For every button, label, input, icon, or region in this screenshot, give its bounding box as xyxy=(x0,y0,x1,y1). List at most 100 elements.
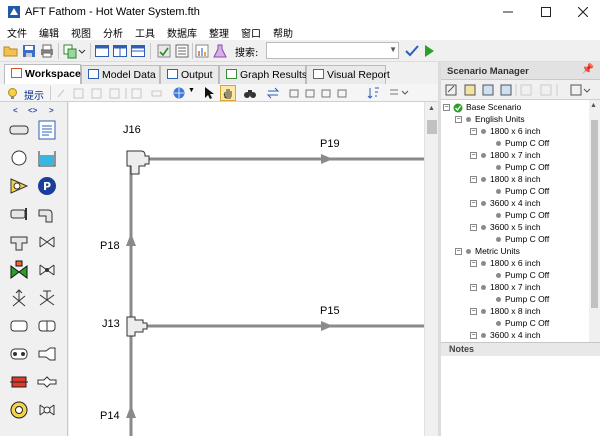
scenario-tree-item[interactable]: Pump C Off xyxy=(441,138,589,150)
pressure-junction-icon[interactable]: P xyxy=(37,176,57,196)
collapse-toggle-icon[interactable]: − xyxy=(470,260,477,267)
tab-workspace[interactable]: Workspace xyxy=(4,64,81,85)
layout-split-icon[interactable] xyxy=(112,43,128,59)
scenario-tree-item[interactable]: Pump C Off xyxy=(441,162,589,174)
collapse-toggle-icon[interactable]: − xyxy=(470,200,477,207)
scenario-tree-item[interactable]: − 3600 x 4 inch xyxy=(441,198,589,210)
collapse-toggle-icon[interactable]: − xyxy=(470,152,477,159)
run-icon[interactable] xyxy=(421,43,437,59)
collapse-toggle-icon[interactable]: − xyxy=(470,128,477,135)
menu-item[interactable]: 窗口 xyxy=(235,24,267,40)
more-tools-icon[interactable] xyxy=(388,86,410,100)
checklist-icon[interactable] xyxy=(174,43,190,59)
palette-prev-button[interactable]: < xyxy=(13,106,18,115)
canvas-vertical-scrollbar[interactable]: ▲ xyxy=(424,102,438,436)
model-status-icon[interactable] xyxy=(156,43,172,59)
collapse-toggle-icon[interactable]: − xyxy=(470,176,477,183)
scenario-tree-item[interactable]: − 1800 x 8 inch xyxy=(441,306,589,318)
notes-area[interactable] xyxy=(441,356,600,436)
tab-model-data[interactable]: Model Data xyxy=(81,65,160,84)
menu-item[interactable]: 文件 xyxy=(0,24,33,40)
check-valve-icon[interactable] xyxy=(37,260,57,280)
save-icon[interactable] xyxy=(21,43,37,59)
chart-icon[interactable] xyxy=(194,43,210,59)
swap-icon[interactable] xyxy=(266,86,280,100)
scroll-up-icon[interactable]: ▲ xyxy=(590,102,597,109)
gate-valve-icon[interactable] xyxy=(37,288,57,308)
heat-exchanger-icon[interactable] xyxy=(9,372,29,392)
screen-icon[interactable] xyxy=(37,372,57,392)
scenario-tree-item[interactable]: − Metric Units xyxy=(441,246,589,258)
scenario-tools[interactable] xyxy=(445,83,595,97)
menu-item[interactable]: 帮助 xyxy=(267,24,299,40)
scenario-tree-item[interactable]: Pump C Off xyxy=(441,234,589,246)
palette-next-button[interactable]: > xyxy=(49,106,54,115)
collapse-toggle-icon[interactable]: − xyxy=(470,308,477,315)
assigned-flow-icon[interactable] xyxy=(37,400,57,420)
scenario-tree-item[interactable]: Pump C Off xyxy=(441,210,589,222)
print-icon[interactable] xyxy=(39,43,55,59)
sort-icon[interactable] xyxy=(366,86,380,100)
pin-icon[interactable]: 📌 xyxy=(582,64,594,75)
chevron-down-icon[interactable]: ▼ xyxy=(389,45,397,54)
relief-valve-icon[interactable] xyxy=(9,288,29,308)
control-valve-icon[interactable] xyxy=(9,260,29,280)
valve-icon[interactable] xyxy=(37,232,57,252)
close-button[interactable] xyxy=(566,0,600,24)
maximize-button[interactable] xyxy=(529,0,563,24)
tee-icon[interactable] xyxy=(9,232,29,252)
tab-visual-report[interactable]: Visual Report xyxy=(306,65,390,84)
palette-toggle-button[interactable]: <> xyxy=(28,106,37,115)
flask-icon[interactable] xyxy=(212,43,228,59)
scenario-tree-item[interactable]: Pump C Off xyxy=(441,318,589,330)
collapse-toggle-icon[interactable]: − xyxy=(470,224,477,231)
spray-discharge-icon[interactable] xyxy=(9,344,29,364)
tee-junction-j13[interactable] xyxy=(126,316,148,337)
menu-item[interactable]: 视图 xyxy=(65,24,97,40)
reservoir-icon[interactable] xyxy=(37,148,57,168)
scenario-tree-item[interactable]: Pump C Off xyxy=(441,294,589,306)
menu-item[interactable]: 整理 xyxy=(203,24,235,40)
area-change-icon[interactable] xyxy=(37,344,57,364)
lightbulb-icon[interactable] xyxy=(6,87,19,100)
chevron-down-icon[interactable] xyxy=(78,43,86,59)
bend-icon[interactable] xyxy=(37,204,57,224)
scrollbar-thumb[interactable] xyxy=(427,120,437,134)
open-folder-icon[interactable] xyxy=(3,43,19,59)
pointer-icon[interactable] xyxy=(203,86,215,100)
globe-icon[interactable] xyxy=(172,86,186,100)
scenario-tree-item[interactable]: − English Units xyxy=(441,114,589,126)
flow-meter-icon[interactable] xyxy=(37,316,57,336)
scrollbar-thumb[interactable] xyxy=(591,120,598,308)
scenario-tree-item[interactable]: − 1800 x 6 inch xyxy=(441,126,589,138)
collapse-toggle-icon[interactable]: − xyxy=(470,284,477,291)
menu-item[interactable]: 工具 xyxy=(129,24,161,40)
pipe-icon[interactable] xyxy=(9,120,29,140)
tips-button[interactable]: 提示 xyxy=(24,87,44,102)
layout-tile-icon[interactable] xyxy=(130,43,146,59)
minimize-button[interactable] xyxy=(491,0,525,24)
scenario-tree-item[interactable]: Pump C Off xyxy=(441,270,589,282)
binoculars-icon[interactable] xyxy=(243,86,257,100)
menu-item[interactable]: 编辑 xyxy=(33,24,65,40)
annotation-icon[interactable] xyxy=(37,120,57,140)
scenario-tree-item[interactable]: − 1800 x 7 inch xyxy=(441,282,589,294)
chevron-down-icon[interactable]: ▼ xyxy=(188,87,195,94)
scenario-tree-item[interactable]: − 1800 x 8 inch xyxy=(441,174,589,186)
menu-item[interactable]: 数据库 xyxy=(161,24,203,40)
tab-output[interactable]: Output xyxy=(160,65,219,84)
scenario-tree-item[interactable]: − Base Scenario xyxy=(441,102,589,114)
tab-graph-results[interactable]: Graph Results xyxy=(219,65,307,84)
scroll-up-icon[interactable]: ▲ xyxy=(428,105,435,112)
scenario-tree-item[interactable]: Pump C Off xyxy=(441,186,589,198)
collapse-toggle-icon[interactable]: − xyxy=(455,248,462,255)
scenario-tree-item[interactable]: − 3600 x 4 inch xyxy=(441,330,589,342)
orifice-icon[interactable] xyxy=(9,316,29,336)
general-component-icon[interactable] xyxy=(9,400,29,420)
layout-single-icon[interactable] xyxy=(94,43,110,59)
pump-icon[interactable] xyxy=(9,176,29,196)
workspace-canvas[interactable]: J16 P19 P18 J13 P15 P14 xyxy=(69,102,424,436)
scenario-tree-item[interactable]: − 1800 x 7 inch xyxy=(441,150,589,162)
search-input[interactable]: ▼ xyxy=(266,42,399,59)
pan-hand-icon[interactable] xyxy=(220,85,236,101)
